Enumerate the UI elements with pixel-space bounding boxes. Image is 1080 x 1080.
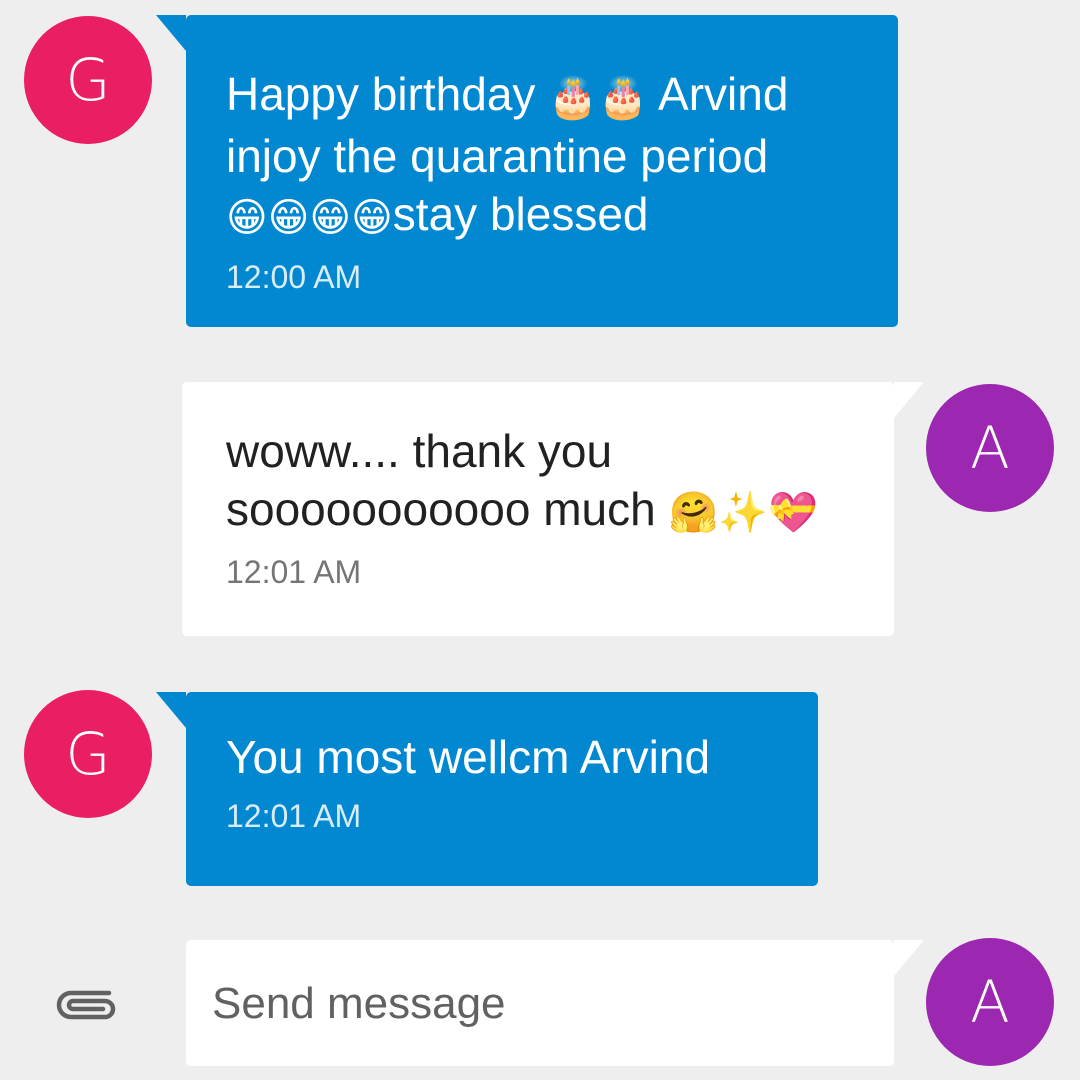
avatar-a[interactable]: A	[926, 384, 1054, 512]
message-line: sooooooooooo much	[226, 483, 656, 535]
message-line: Arvind	[658, 68, 789, 120]
grin-emoji: 😁😁😁😁	[226, 195, 393, 240]
message-text: woww.... thank you sooooooooooo much 🤗✨💝	[226, 422, 874, 542]
message-text: Happy birthday 🎂🎂 Arvind injoy the quara…	[226, 65, 868, 247]
message-text: You most wellcm Arvind	[226, 731, 711, 783]
message-bubble[interactable]: woww.... thank you sooooooooooo much 🤗✨💝…	[182, 382, 924, 636]
attach-button[interactable]	[52, 980, 124, 1030]
paperclip-icon	[56, 990, 116, 1020]
message-bubble[interactable]: Happy birthday 🎂🎂 Arvind injoy the quara…	[156, 15, 898, 327]
avatar-g[interactable]: G	[24, 16, 152, 144]
message-timestamp: 12:01 AM	[226, 798, 362, 834]
message-line: Happy birthday	[226, 68, 536, 120]
message-composer	[186, 940, 924, 1068]
birthday-cake-emoji: 🎂🎂	[548, 75, 648, 120]
avatar-g[interactable]: G	[24, 690, 152, 818]
message-line: woww.... thank you	[226, 425, 613, 477]
message-bubble[interactable]: You most wellcm Arvind 12:01 AM	[156, 692, 818, 886]
hug-sparkle-heart-emoji: 🤗✨💝	[668, 490, 818, 535]
message-line: injoy the quarantine period	[226, 129, 769, 182]
composer-avatar-a[interactable]: A	[926, 938, 1054, 1066]
message-line: stay blessed	[392, 187, 649, 240]
send-message-input[interactable]	[210, 940, 874, 1068]
message-timestamp: 12:00 AM	[226, 258, 362, 295]
message-timestamp: 12:01 AM	[226, 553, 362, 590]
